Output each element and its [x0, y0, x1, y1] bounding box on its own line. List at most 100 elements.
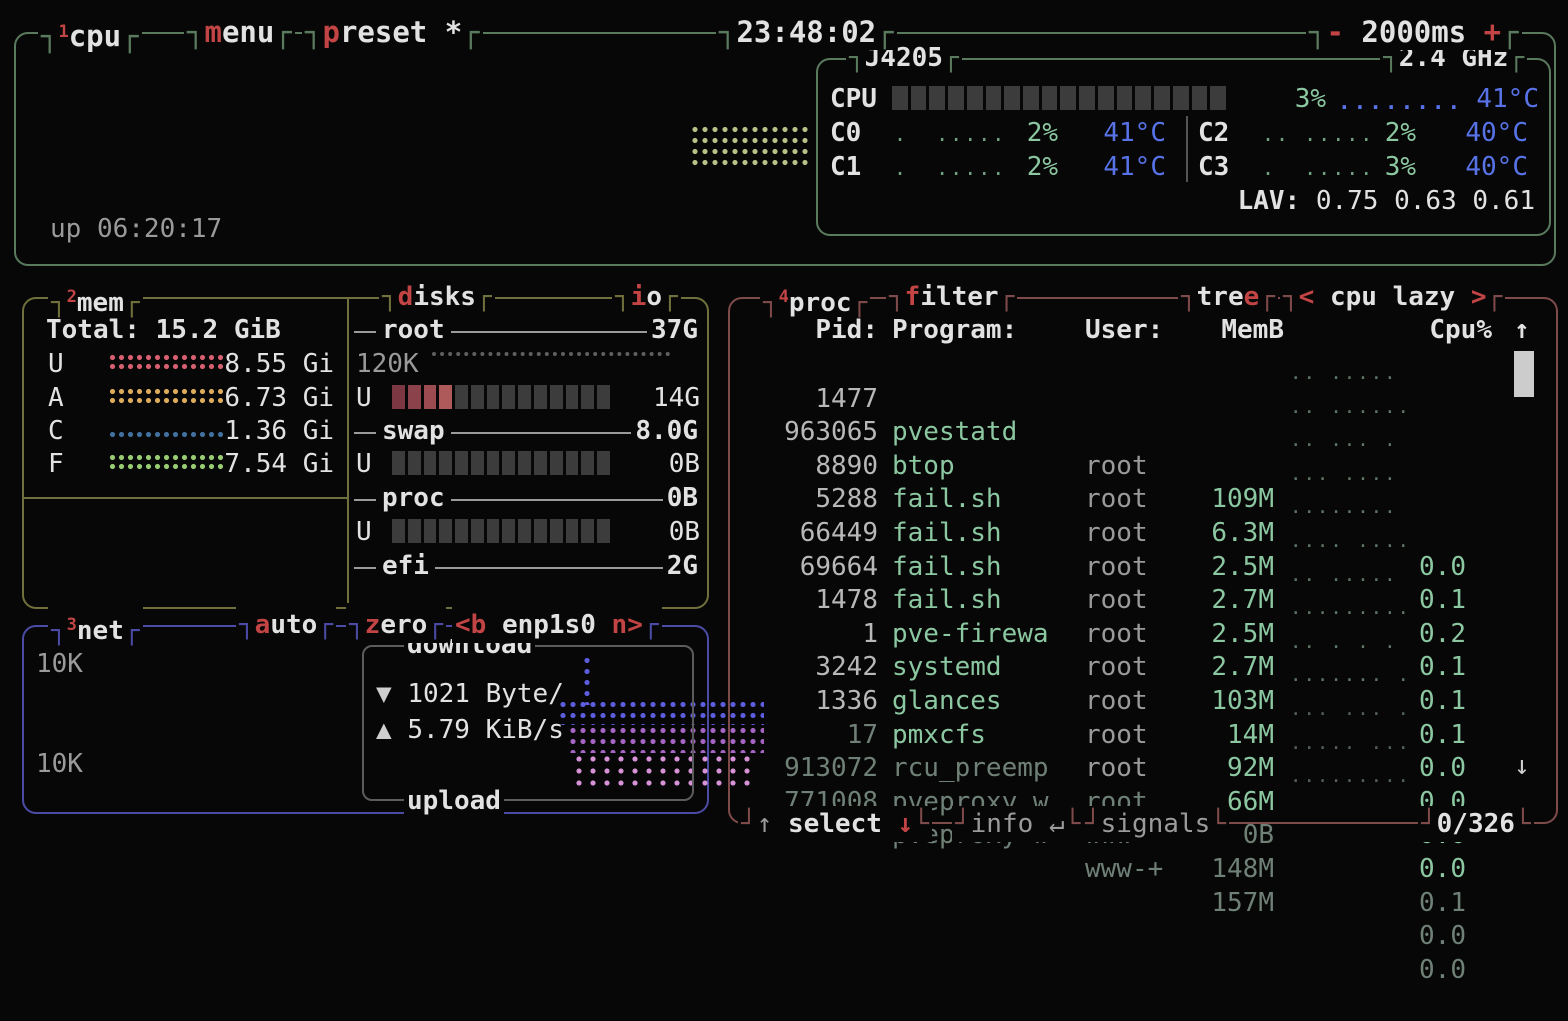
title-corner: ┐ — [41, 19, 58, 53]
sort-prev-button[interactable]: < — [1299, 282, 1330, 312]
cpu-cell: 0.1 — [1370, 887, 1466, 921]
disk-used-meter — [392, 451, 610, 475]
cpu-cell: 0.0 — [1370, 954, 1466, 988]
disk-used-value: 14G — [620, 383, 700, 413]
table-row[interactable]: 963065 btop root 6.3M .. ...... 0.1 — [730, 383, 1540, 417]
proc-box: ┐4proc┌ ┐filter┌ ┐tree┌ ┐< cpu lazy >┌ P… — [728, 297, 1558, 824]
cpu-total-meter — [892, 86, 1226, 110]
proc-box-title[interactable]: ┐4proc┌ — [760, 279, 870, 315]
column-header-user[interactable]: User: — [1085, 315, 1163, 345]
table-row[interactable]: 913072 pveproxy w www-+ 148M ..... ... 0… — [730, 719, 1540, 753]
zero-hotkey: z — [365, 610, 381, 640]
disk-used-value: 0B — [620, 449, 700, 479]
download-speed-value: 1021 Byte/ — [407, 679, 564, 709]
core-label: C3 — [1198, 152, 1229, 182]
title-corner: ┌ — [1487, 282, 1503, 312]
net-box-title[interactable]: ┐3net┌ — [48, 607, 143, 643]
selection-counter: ┘0/326└ — [1418, 806, 1534, 842]
mem-cell: 148M — [1182, 853, 1274, 887]
scroll-down-arrow[interactable]: ↓ — [1514, 751, 1530, 781]
interval-decrease-button[interactable]: - — [1326, 15, 1343, 49]
table-row[interactable]: 8890 fail.sh root 2.5M .. ... . 0.2 — [730, 416, 1540, 450]
filter-hotkey: f — [905, 282, 921, 312]
signals-button[interactable]: ┘signals└ — [1082, 806, 1229, 842]
preset-button[interactable]: ┐preset *┌ — [302, 14, 483, 50]
core-mini-graph: . ..... — [894, 122, 1006, 146]
net-zero-toggle[interactable]: ┐zero┌ — [346, 607, 446, 643]
menu-button[interactable]: ┐menu┌ — [184, 14, 295, 50]
table-row[interactable]: 1477 pvestatd root 109M .. ..... 0.0 — [730, 349, 1540, 383]
core-label: C2 — [1198, 118, 1229, 148]
load-average-label: LAV: — [1238, 186, 1301, 216]
filter-button[interactable]: ┐filter┌ — [886, 279, 1017, 315]
net-auto-toggle[interactable]: ┐auto┌ — [236, 607, 336, 643]
prev-interface-button[interactable]: <b — [455, 610, 486, 640]
table-row[interactable]: 3242 glances root 92M .. . . . 0.0 — [730, 618, 1540, 652]
io-toggle[interactable]: ┐io┌ — [612, 279, 681, 315]
cpu-box-title[interactable]: ┐1cpu┌ — [38, 14, 142, 50]
disk-used-label: U — [356, 383, 372, 413]
core-percent: 2% — [1356, 118, 1416, 148]
signals-label: signals — [1101, 809, 1211, 839]
info-button[interactable]: ┘info ↵└ — [952, 806, 1083, 842]
cpu-box-hotkey: 1 — [58, 22, 68, 42]
scroll-up-arrow[interactable]: ↑ — [1514, 315, 1530, 345]
disks-toggle[interactable]: ┐disks┌ — [379, 279, 495, 315]
mem-box-label: mem — [77, 288, 124, 318]
tree-label: tre — [1197, 282, 1244, 312]
column-header-pid[interactable]: Pid: — [738, 315, 878, 345]
column-header-program[interactable]: Program: — [892, 315, 1017, 345]
net-scale-bottom: 10K — [36, 749, 83, 779]
title-corner: ┌ — [1501, 15, 1518, 49]
column-header-mem[interactable]: MemB — [1192, 315, 1284, 345]
column-header-cpu[interactable]: Cpu% — [1396, 315, 1492, 345]
disk-used-meter — [392, 519, 610, 543]
table-row[interactable]: 1478 pve-firewa root 103M .. ..... 0.0 — [730, 551, 1540, 585]
mem-available-key: A — [48, 383, 64, 413]
tree-toggle[interactable]: ┐tree┌ — [1178, 279, 1278, 315]
disk-name: efi — [376, 551, 435, 581]
title-corner: ┐ — [763, 288, 779, 318]
download-arrow-icon: ▼ — [376, 679, 392, 709]
cpu-total-mini-graph: ........ — [1338, 90, 1463, 114]
cpu-cell: 0.0 — [1370, 853, 1466, 887]
interval-value: 2000ms — [1344, 15, 1484, 49]
next-interface-button[interactable]: n> — [612, 610, 643, 640]
net-speed-box: download upload ▼ 1021 Byte/ ▲ 5.79 KiB/… — [362, 645, 694, 801]
table-row[interactable]: 1336 pmxcfs root 66M ....... . 0.0 — [730, 651, 1540, 685]
net-interface-switcher: <b enp1s0 n>┌ — [452, 607, 662, 643]
mem-free-key: F — [48, 449, 64, 479]
title-corner: ┐ — [1283, 282, 1299, 312]
footer-corner: ┘ — [1421, 809, 1437, 839]
tree-hotkey: e — [1244, 282, 1260, 312]
cpu-total-temp-value: 41°C — [1476, 84, 1539, 114]
table-row[interactable]: 69664 fail.sh root 2.7M .... .... 0.1 — [730, 517, 1540, 551]
upload-speed-value: 5.79 KiB/s — [407, 715, 564, 745]
preset-label: reset * — [340, 15, 462, 49]
core-temp: 41°C — [1068, 152, 1166, 182]
core-mini-graph: . ..... — [894, 156, 1006, 180]
filter-label: ilter — [920, 282, 998, 312]
load-average: LAV: 0.75 0.63 0.61 — [1238, 186, 1535, 216]
update-interval: ┐- 2000ms +┌ — [1306, 14, 1522, 50]
table-row[interactable]: 66449 fail.sh root 2.5M ........ 0.1 — [730, 483, 1540, 517]
table-row[interactable]: 1 systemd root 14M ......... 0.0 — [730, 584, 1540, 618]
mem-used-key: U — [48, 349, 64, 379]
interval-increase-button[interactable]: + — [1484, 15, 1501, 49]
sort-next-button[interactable]: > — [1455, 282, 1486, 312]
mem-box: ┐2mem┌ ┐disks┌ ┐io┌ Total: 15.2 GiB U 8.… — [22, 297, 709, 609]
clock: ┐23:48:02┌ — [716, 14, 897, 50]
title-corner: ┌ — [1259, 282, 1275, 312]
select-label: select — [772, 809, 897, 839]
cpu-detail-box: ┐J4205┌ ┐2.4 GHz┌ CPU 3% ........ 41°C C… — [816, 58, 1551, 236]
select-control[interactable]: ┘↑ select ↓└ — [738, 806, 932, 842]
mem-box-title[interactable]: ┐2mem┌ — [48, 279, 143, 315]
table-row[interactable]: 17 rcu_preemp root 0B ... ... . 0.1 — [730, 685, 1540, 719]
table-row[interactable]: 5288 fail.sh root 2.7M ... .... 0.1 — [730, 450, 1540, 484]
title-corner: ┐ — [51, 616, 67, 646]
title-corner: ┌ — [643, 610, 659, 640]
table-row[interactable]: 771008 pveproxy w www-+ 157M ......... 0… — [730, 752, 1540, 786]
cpu-total-temp: 41°C — [1476, 84, 1539, 114]
mem-cached-key: C — [48, 416, 64, 446]
clock-value: 23:48:02 — [736, 15, 876, 49]
